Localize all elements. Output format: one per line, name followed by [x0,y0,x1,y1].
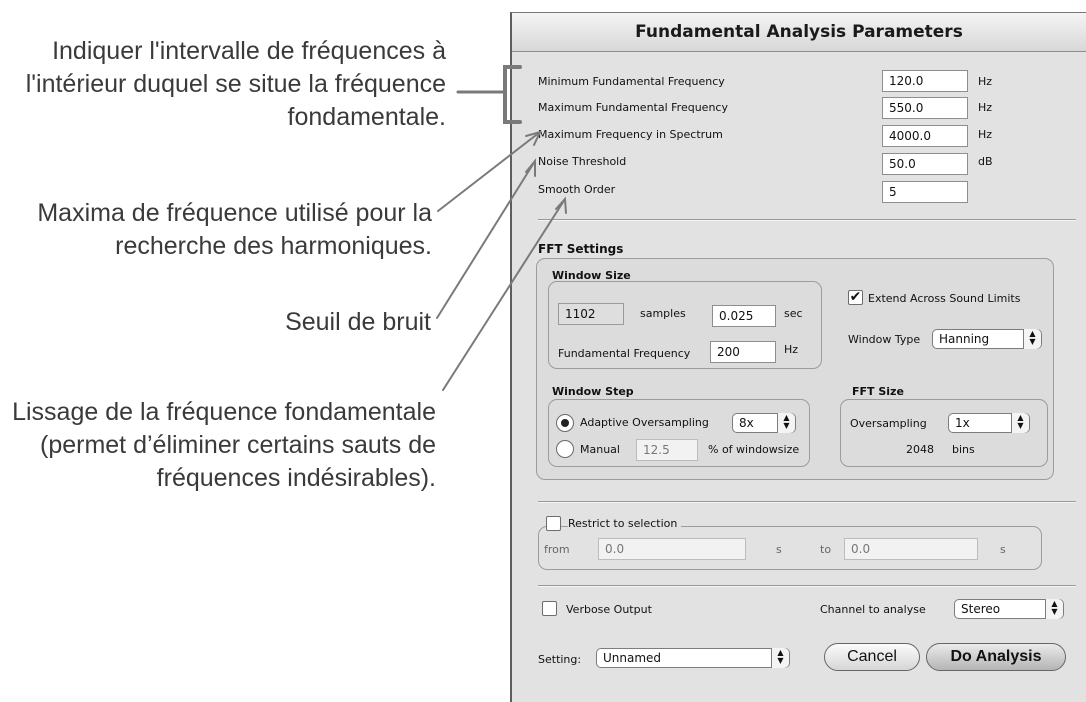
window-samples-field: 1102 [558,303,624,325]
window-type-value: Hanning [939,332,990,346]
checkmark-icon: ✔ [849,289,862,305]
to-unit: s [1000,543,1006,556]
from-field[interactable]: 0.0 [598,538,746,560]
fundamental-frequency-field[interactable]: 200 [710,341,776,363]
annotation-line: l'intérieur duquel se situe la fréquence [25,70,446,98]
param-label-max-spectrum: Maximum Frequency in Spectrum [538,128,723,141]
annotation-line: recherche des harmoniques. [115,232,432,260]
updown-arrows-icon: ▲ ▼ [771,648,789,668]
to-field[interactable]: 0.0 [844,538,978,560]
param-label-smooth-order: Smooth Order [538,183,616,196]
updown-arrows-icon: ▲ ▼ [1045,599,1063,619]
max-fundamental-frequency-field[interactable]: 550.0 [882,97,968,119]
do-analysis-button[interactable]: Do Analysis [926,643,1066,671]
setting-popup[interactable]: Unnamed ▲ ▼ [596,648,790,668]
annotation-max-frequency: Maxima de fréquence utilisé pour la rech… [20,197,432,263]
separator [538,219,1076,221]
manual-step-field[interactable]: 12.5 [636,439,698,461]
separator [538,585,1076,587]
annotation-noise-threshold: Seuil de bruit [20,306,431,339]
adaptive-oversampling-label: Adaptive Oversampling [580,416,709,429]
smooth-order-field[interactable]: 5 [882,181,968,203]
window-step-title: Window Step [552,385,634,398]
setting-value: Unnamed [603,651,662,665]
fft-oversampling-label: Oversampling [850,417,927,430]
fft-bins-value: 2048 [906,443,934,456]
fundamental-analysis-dialog: Fundamental Analysis Parameters Minimum … [510,12,1086,702]
extend-across-sound-limits-checkbox[interactable]: ✔ [848,290,863,305]
adaptive-oversampling-value: 8x [739,416,754,430]
param-unit: Hz [978,128,993,141]
noise-threshold-field[interactable]: 50.0 [882,153,968,175]
annotation-line: fondamentale. [287,103,446,131]
fft-size-title: FFT Size [852,385,904,398]
annotation-line: fréquences indésirables). [156,464,436,492]
updown-arrows-icon: ▲ ▼ [1023,329,1041,349]
from-unit: s [776,543,782,556]
annotation-line: Maxima de fréquence utilisé pour la [37,199,432,227]
annotation-smoothing: Lissage de la fréquence fondamentale (pe… [10,396,436,495]
manual-step-radio[interactable] [556,440,574,458]
annotation-line: Lissage de la fréquence fondamentale [12,398,436,426]
separator [538,501,1076,503]
param-unit: Hz [978,75,993,88]
percent-of-windowsize-label: % of windowsize [708,443,800,456]
dialog-title: Fundamental Analysis Parameters [512,13,1086,52]
extend-across-sound-limits-label: Extend Across Sound Limits [868,292,1021,305]
window-seconds-field[interactable]: 0.025 [712,305,776,327]
verbose-output-checkbox[interactable] [542,601,557,616]
param-label-max-fundamental: Maximum Fundamental Frequency [538,101,728,114]
annotation-line: Indiquer l'intervalle de fréquences à [52,37,446,65]
restrict-to-selection-label: Restrict to selection [568,517,682,530]
to-label: to [820,543,832,556]
fft-oversampling-popup[interactable]: 1x ▲ ▼ [948,413,1030,433]
param-unit: dB [978,155,993,168]
channel-to-analyse-popup[interactable]: Stereo ▲ ▼ [954,599,1064,619]
min-fundamental-frequency-field[interactable]: 120.0 [882,70,968,92]
adaptive-oversampling-radio[interactable] [556,414,574,432]
updown-arrows-icon: ▲ ▼ [777,413,795,433]
restrict-to-selection-checkbox[interactable] [546,516,561,531]
updown-arrows-icon: ▲ ▼ [1011,413,1029,433]
samples-label: samples [640,307,686,320]
hz-label: Hz [784,343,799,356]
param-label-min-fundamental: Minimum Fundamental Frequency [538,75,725,88]
max-frequency-in-spectrum-field[interactable]: 4000.0 [882,125,968,147]
fft-size-group [840,399,1048,467]
fft-bins-label: bins [952,443,975,456]
annotation-line: (permet d’éliminer certains sauts de [40,431,436,459]
annotation-frequency-range: Indiquer l'intervalle de fréquences à l'… [20,35,446,134]
channel-to-analyse-label: Channel to analyse [820,603,926,616]
from-label: from [544,543,570,556]
setting-label: Setting: [538,653,582,666]
sec-label: sec [784,307,803,320]
annotation-line: Seuil de bruit [285,308,431,336]
param-unit: Hz [978,101,993,114]
window-type-popup[interactable]: Hanning ▲ ▼ [932,329,1042,349]
adaptive-oversampling-popup[interactable]: 8x ▲ ▼ [732,413,796,433]
window-type-label: Window Type [848,333,921,346]
verbose-output-label: Verbose Output [566,603,652,616]
cancel-button[interactable]: Cancel [824,643,920,671]
fft-oversampling-value: 1x [955,416,970,430]
manual-step-label: Manual [580,443,620,456]
channel-value: Stereo [961,602,1001,616]
fundamental-frequency-label: Fundamental Frequency [558,347,691,360]
param-label-noise-threshold: Noise Threshold [538,155,627,168]
fft-settings-title: FFT Settings [538,242,624,256]
